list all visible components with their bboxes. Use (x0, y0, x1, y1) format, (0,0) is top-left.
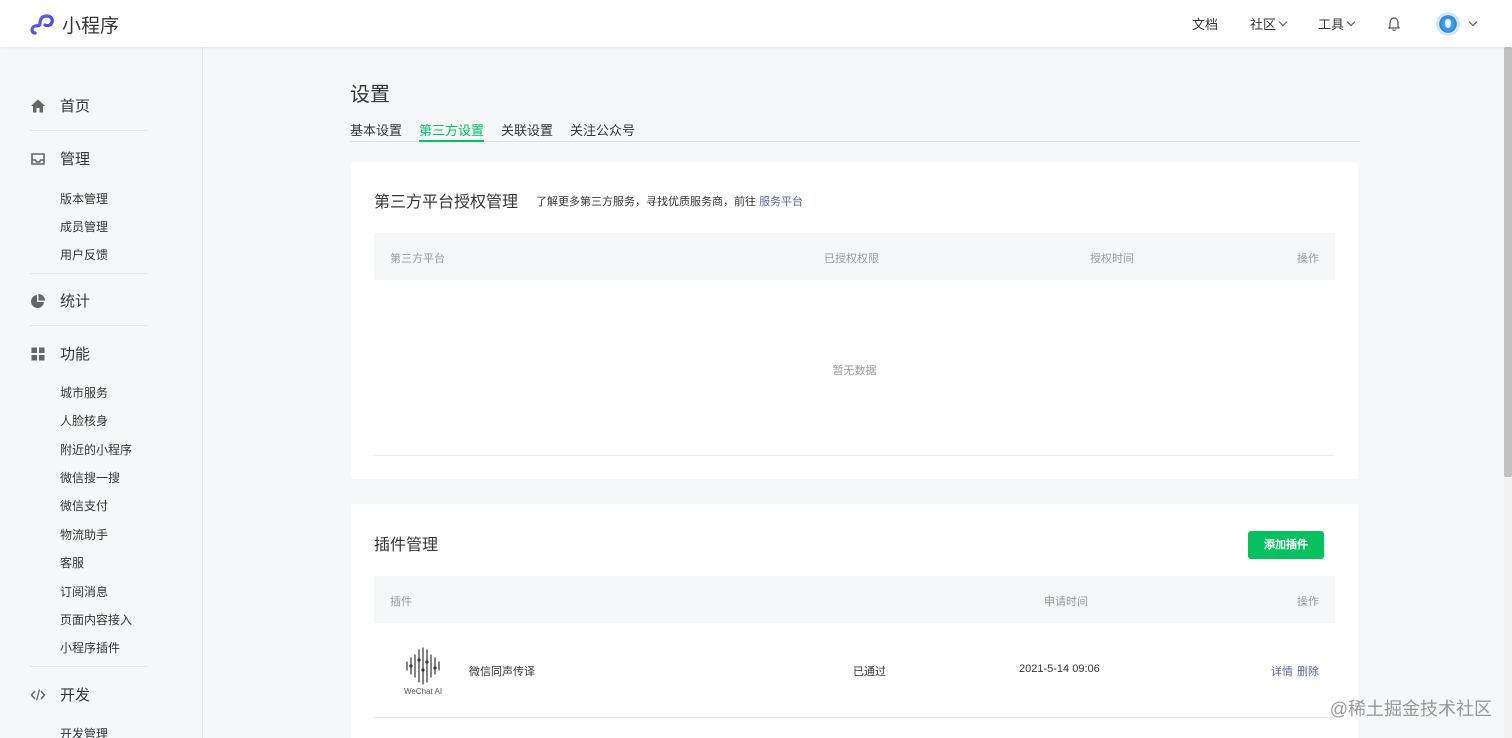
sidebar-item-home[interactable]: 首页 (30, 95, 90, 116)
column-header: 已授权权限 (824, 253, 879, 265)
sidebar-item-city-service[interactable]: 城市服务 (60, 384, 108, 401)
tab-basic[interactable]: 基本设置 (350, 120, 402, 142)
sidebar-item-label: 统计 (60, 293, 91, 310)
sidebar-item-logistics[interactable]: 物流助手 (60, 526, 108, 543)
settings-tabs: 基本设置 第三方设置 关联设置 关注公众号 (350, 112, 1360, 142)
sidebar-divider (30, 273, 148, 274)
sidebar-item-members[interactable]: 成员管理 (60, 218, 108, 235)
third-party-title: 第三方平台授权管理 (374, 194, 519, 211)
grid-icon (31, 347, 45, 360)
sidebar-item-nearby[interactable]: 附近的小程序 (60, 441, 132, 458)
top-nav: 文档 社区 工具 (1160, 0, 1478, 47)
avatar[interactable] (1436, 11, 1460, 36)
pie-chart-icon (31, 293, 45, 308)
third-party-subtitle: 了解更多第三方服务，寻找优质服务商，前往 服务平台 (536, 193, 803, 209)
third-party-subtitle-text: 了解更多第三方服务，寻找优质服务商，前往 (536, 196, 756, 208)
sidebar-item-version[interactable]: 版本管理 (60, 190, 108, 207)
page-title: 设置 (350, 84, 390, 106)
plugin-status: 已通过 (853, 666, 886, 678)
sidebar-item-label: 管理 (60, 151, 91, 168)
chevron-down-icon[interactable] (1468, 17, 1478, 27)
top-bar: 小程序 文档 社区 工具 (0, 0, 1512, 47)
tab-follow-official-account[interactable]: 关注公众号 (570, 120, 635, 142)
nav-docs[interactable]: 文档 (1192, 14, 1218, 33)
miniprogram-logo-icon (30, 13, 54, 35)
bell-icon[interactable] (1386, 16, 1402, 32)
third-party-table-header: 第三方平台 已授权权限 授权时间 操作 (374, 233, 1335, 280)
plugin-detail-link[interactable]: 详情 (1271, 663, 1293, 679)
sidebar-item-search[interactable]: 微信搜一搜 (60, 469, 120, 486)
wechat-ai-logo-icon: WeChat AI (404, 647, 442, 696)
plugins-table-header: 插件 申请时间 操作 (374, 576, 1335, 623)
plugin-apply-time: 2021-5-14 09:06 (1019, 663, 1100, 675)
home-icon (31, 99, 45, 112)
sidebar-item-page-content[interactable]: 页面内容接入 (60, 611, 132, 628)
sidebar-item-face-verify[interactable]: 人脸核身 (60, 412, 108, 429)
sidebar-divider (30, 666, 148, 667)
service-platform-link[interactable]: 服务平台 (759, 196, 803, 208)
sidebar-item-subscribe[interactable]: 订阅消息 (60, 583, 108, 600)
tab-association[interactable]: 关联设置 (501, 120, 553, 142)
column-header: 插件 (390, 596, 412, 608)
sidebar-item-customer-service[interactable]: 客服 (60, 554, 84, 571)
app-title: 小程序 (62, 16, 120, 37)
chevron-down-icon (1346, 17, 1356, 27)
sidebar-item-dev-manage[interactable]: 开发管理 (60, 725, 108, 738)
nav-tools[interactable]: 工具 (1317, 14, 1356, 33)
plugins-title: 插件管理 (374, 537, 439, 554)
sidebar-item-label: 首页 (60, 98, 91, 115)
nav-community-label: 社区 (1249, 17, 1276, 32)
watermark: @稀土掘金技术社区 (1329, 699, 1492, 719)
sidebar-group-manage[interactable]: 管理 (30, 148, 90, 169)
column-header: 操作 (1297, 253, 1319, 265)
nav-tools-label: 工具 (1317, 17, 1344, 32)
tab-third-party[interactable]: 第三方设置 (419, 120, 485, 142)
empty-state: 暂无数据 (832, 365, 877, 377)
scrollbar-thumb[interactable] (1504, 47, 1512, 477)
sidebar: 首页 管理 版本管理 成员管理 用户反馈 统计 功能 城市服务 人脸核身 附近的… (0, 47, 203, 738)
sidebar-item-pay[interactable]: 微信支付 (60, 497, 108, 514)
table-bottom-line (374, 455, 1335, 456)
sidebar-item-plugins[interactable]: 小程序插件 (60, 639, 120, 656)
add-plugin-button[interactable]: 添加插件 (1248, 531, 1324, 559)
app-logo[interactable]: 小程序 (30, 11, 119, 38)
column-header: 申请时间 (1044, 596, 1088, 608)
plugin-delete-link[interactable]: 删除 (1297, 663, 1319, 679)
row-divider (374, 717, 1335, 718)
chevron-down-icon (1278, 17, 1288, 27)
sidebar-group-stats[interactable]: 统计 (30, 290, 90, 311)
code-icon (30, 688, 46, 701)
column-header: 第三方平台 (390, 253, 445, 265)
sidebar-item-label: 开发 (60, 687, 91, 704)
sidebar-item-feedback[interactable]: 用户反馈 (60, 246, 108, 263)
column-header: 授权时间 (1090, 253, 1134, 265)
nav-community[interactable]: 社区 (1249, 14, 1288, 33)
sidebar-group-features[interactable]: 功能 (30, 343, 90, 364)
sidebar-divider (30, 130, 148, 131)
sidebar-divider (30, 325, 148, 326)
sidebar-item-label: 功能 (60, 346, 91, 363)
plugin-name: 微信同声传译 (469, 666, 535, 678)
plugins-card: 插件管理 添加插件 插件 申请时间 操作 WeChat AI 微信同声传译 已通… (351, 504, 1358, 738)
column-header: 操作 (1297, 596, 1319, 608)
plugin-logo-text: WeChat AI (404, 687, 442, 696)
inbox-icon (31, 152, 45, 165)
sidebar-group-dev[interactable]: 开发 (30, 684, 90, 705)
third-party-card: 第三方平台授权管理 了解更多第三方服务，寻找优质服务商，前往 服务平台 第三方平… (351, 162, 1358, 479)
